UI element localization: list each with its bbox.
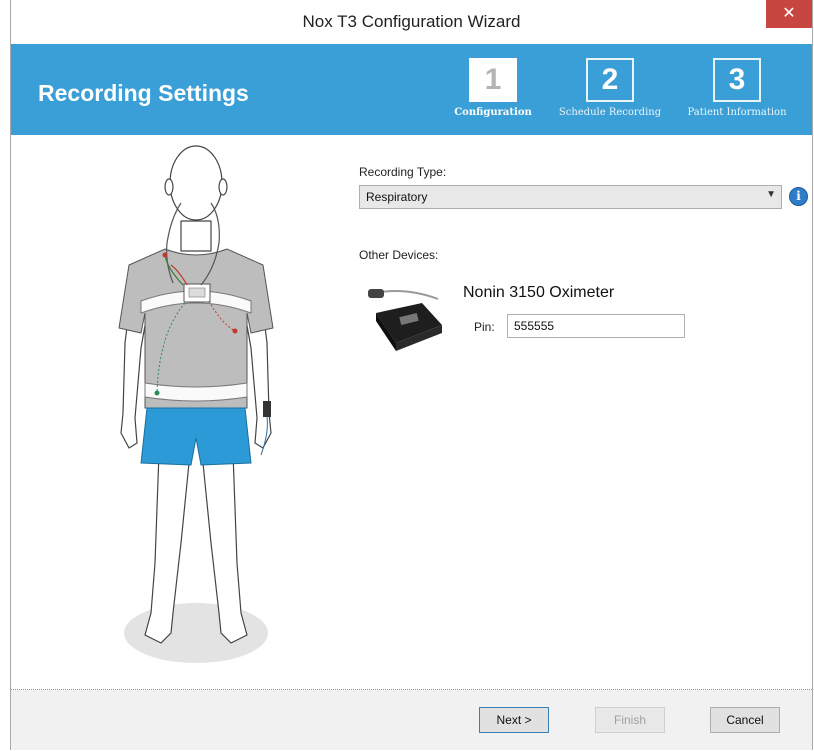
step-schedule-recording[interactable]: 2 Schedule Recording	[556, 58, 664, 118]
page-title: Recording Settings	[38, 80, 249, 106]
recording-type-select[interactable]: Respiratory ▼	[359, 185, 782, 209]
step-configuration[interactable]: 1 Configuration	[439, 58, 547, 118]
chevron-down-icon: ▼	[766, 189, 776, 200]
cancel-button[interactable]: Cancel	[710, 707, 780, 733]
recording-type-label: Recording Type:	[359, 165, 447, 179]
recording-type-value: Respiratory	[366, 190, 428, 204]
window-title: Nox T3 Configuration Wizard	[302, 12, 521, 31]
close-icon: ✕	[782, 5, 796, 22]
step-label: Schedule Recording	[558, 107, 662, 118]
wizard-content: Recording Type: Respiratory ▼ i Other De…	[11, 135, 812, 689]
other-devices-label: Other Devices:	[359, 248, 439, 262]
step-label: Configuration	[454, 107, 532, 118]
oximeter-device-icon	[368, 289, 442, 351]
info-icon[interactable]: i	[789, 187, 808, 206]
wizard-header: Recording Settings 1 Configuration 2 Sch…	[11, 44, 812, 135]
body-sensor-illustration	[118, 145, 274, 663]
title-bar: Nox T3 Configuration Wizard ✕	[11, 0, 812, 44]
step-patient-information[interactable]: 3 Patient Information	[683, 58, 791, 118]
step-number: 1	[469, 58, 517, 102]
finish-button[interactable]: Finish	[595, 707, 665, 733]
pin-input[interactable]	[507, 314, 685, 338]
step-label: Patient Information	[687, 107, 787, 118]
pin-label: Pin:	[474, 320, 495, 334]
close-button[interactable]: ✕	[766, 0, 812, 28]
wizard-footer: Next > Finish Cancel	[11, 690, 812, 750]
step-number: 2	[586, 58, 634, 102]
wizard-window: Nox T3 Configuration Wizard ✕ Recording …	[10, 0, 813, 750]
device-name: Nonin 3150 Oximeter	[463, 284, 615, 301]
step-number: 3	[713, 58, 761, 102]
next-button[interactable]: Next >	[479, 707, 549, 733]
